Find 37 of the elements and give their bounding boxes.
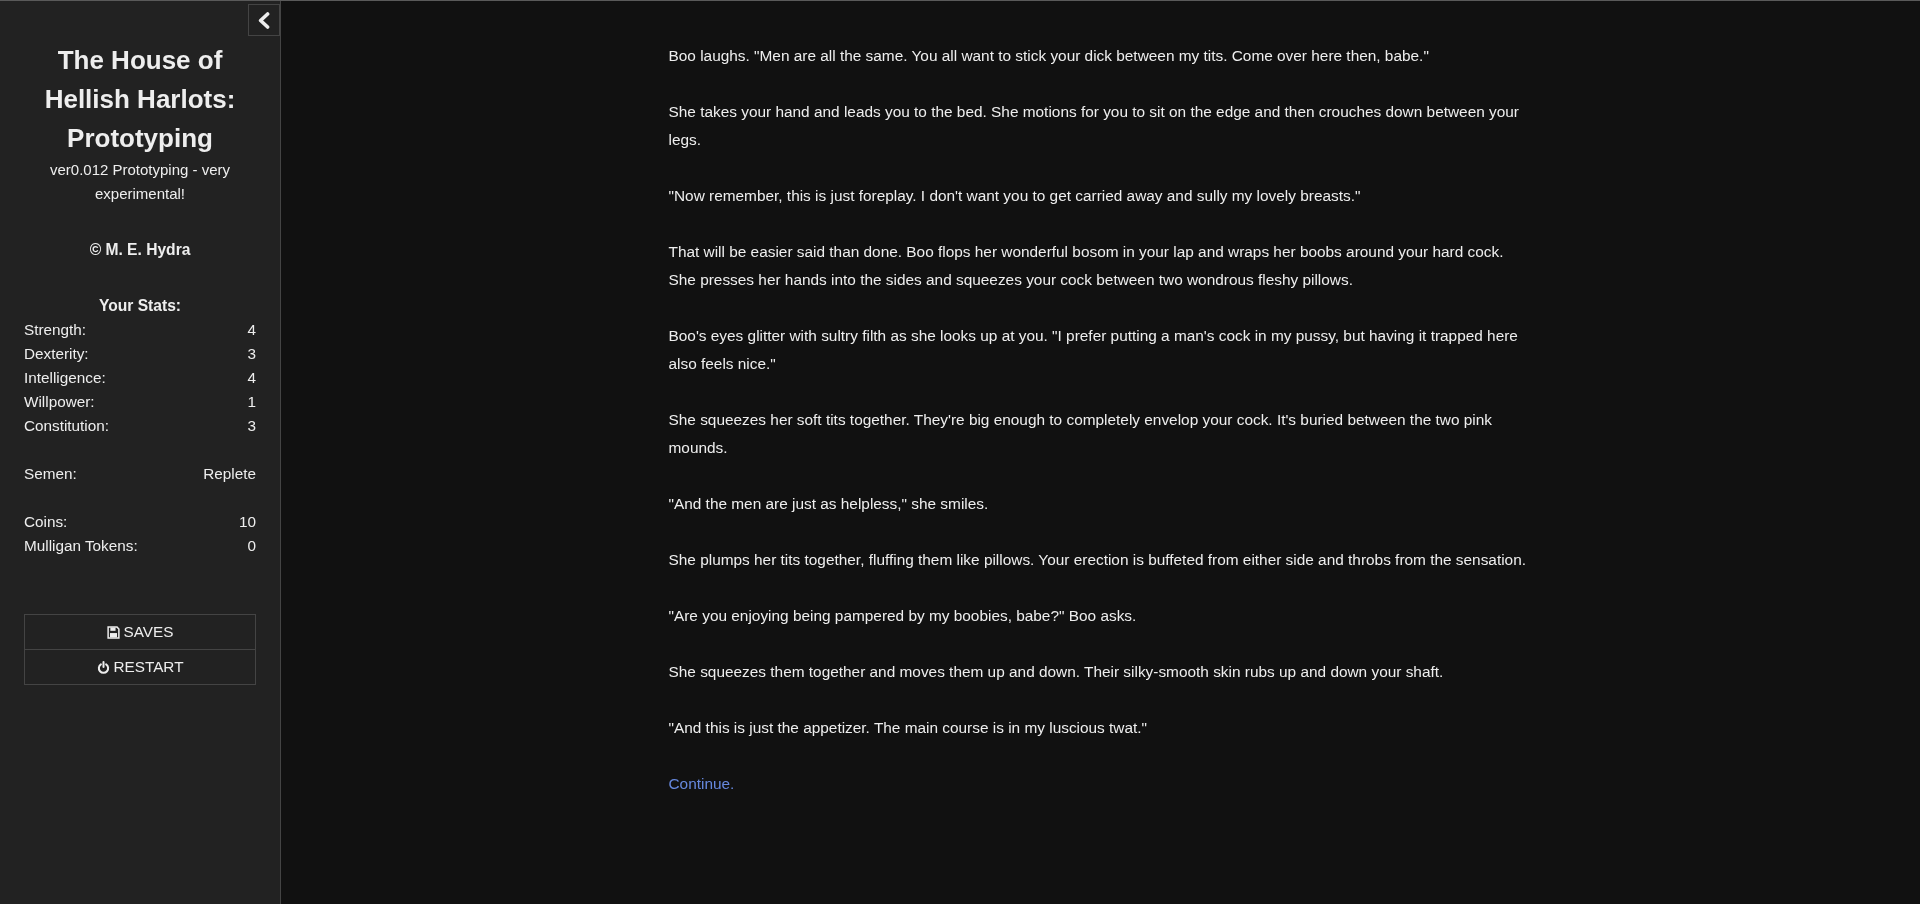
stat-label: Constitution:	[24, 416, 110, 436]
passage-paragraph: She squeezes her soft tits together. They're big enough to completely envelop your cock. It's buried between the two pink mounds.	[668, 410, 1493, 458]
stat-label: Strength:	[24, 320, 87, 340]
passage-paragraph: She takes your hand and leads you to the bed. She motions for you to sit on the edge and then crouches down between your legs.	[668, 102, 1520, 150]
passage-paragraph: "Now remember, this is just foreplay. I don't want you to get carried away and sully my lovely breasts."	[668, 186, 1362, 206]
chevron-left-icon	[258, 11, 270, 29]
stat-value: 0	[247, 536, 256, 556]
stats-heading: Your Stats:	[98, 296, 182, 316]
story-subtitle: ver0.012 Prototyping - very experimental!	[48, 160, 232, 204]
stat-label: Dexterity:	[24, 344, 89, 364]
stat-label: Willpower:	[24, 392, 95, 412]
story-title: The House of Hellish Harlots: Prototyping	[43, 44, 237, 155]
power-icon	[96, 660, 110, 674]
passage-paragraph: She plumps her tits together, fluffing them like pillows. Your erection is buffeted from either side and throbs from the sensation.	[668, 550, 1527, 570]
passage-paragraph: "Are you enjoying being pampered by my boobies, babe?" Boo asks.	[668, 606, 1138, 626]
stat-label: Coins:	[24, 512, 68, 532]
restart-button[interactable]: RESTART	[24, 650, 256, 685]
stat-label: Intelligence:	[24, 368, 106, 388]
stat-value: 10	[239, 512, 256, 532]
collapse-button[interactable]	[248, 4, 280, 36]
stat-value: 3	[247, 344, 256, 364]
stat-value: 4	[247, 320, 256, 340]
stat-value: Replete	[203, 464, 256, 484]
passage-paragraph: Boo laughs. "Men are all the same. You all want to stick your dick between my tits. Come over here then, babe."	[668, 46, 1430, 66]
stat-value: 4	[247, 368, 256, 388]
passage-paragraph: Boo's eyes glitter with sultry filth as she looks up at you. "I prefer putting a man's cock in my pussy, but having it trapped here also feels nice."	[668, 326, 1519, 374]
passage-paragraph: That will be easier said than done. Boo flops her wonderful bosom in your lap and wraps her boobs around your hard cock. She presses her hands into the sides and squeezes your cock between two wondrous fleshy pillows.	[668, 242, 1505, 290]
passage-paragraph: "And this is just the appetizer. The main course is in my luscious twat."	[668, 718, 1149, 738]
continue-link[interactable]: Continue.	[668, 775, 735, 792]
passage-paragraph: "And the men are just as helpless," she smiles.	[668, 494, 990, 514]
saves-button[interactable]: SAVES	[24, 614, 256, 650]
stat-label: Semen:	[24, 464, 77, 484]
stat-label: Mulligan Tokens:	[24, 536, 138, 556]
stat-value: 1	[247, 392, 256, 412]
author-credit: © M. E. Hydra	[88, 240, 192, 260]
stat-value: 3	[247, 416, 256, 436]
passage-paragraph: She squeezes them together and moves them up and down. Their silky-smooth skin rubs up and down your shaft.	[668, 662, 1445, 682]
